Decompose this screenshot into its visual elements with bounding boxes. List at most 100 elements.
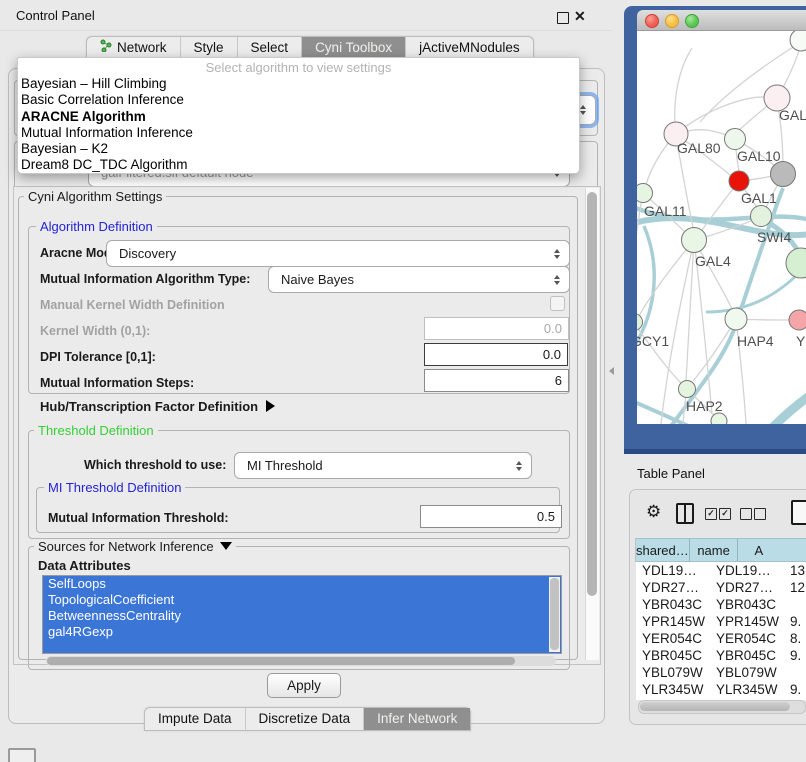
table-cell[interactable]: YBR045C	[636, 647, 710, 664]
table-cell[interactable]	[784, 596, 806, 613]
mi-type-combobox[interactable]: Naive Bayes	[268, 266, 570, 293]
table-cell[interactable]: YPR145W	[636, 613, 710, 630]
mi-threshold-field[interactable]: 0.5	[420, 505, 562, 528]
table-row[interactable]: YDR27…YDR27…12	[636, 579, 806, 596]
dropdown-item-aracne[interactable]: ARACNE Algorithm	[18, 109, 579, 125]
table-cell[interactable]: YLR345W	[710, 681, 784, 698]
dpi-tolerance-field[interactable]: 0.0	[424, 343, 568, 366]
hub-definition-expander[interactable]: Hub/Transcription Factor Definition	[40, 399, 275, 414]
tab-impute-data[interactable]: Impute Data	[145, 708, 246, 730]
column-layout-icon[interactable]	[676, 503, 694, 524]
table-cell[interactable]: YBR045C	[710, 647, 784, 664]
data-attributes-list[interactable]: SelfLoopsTopologicalCoefficientBetweenne…	[42, 575, 562, 654]
dropdown-item-basic-correlation[interactable]: Basic Correlation Inference	[18, 92, 579, 108]
network-edge[interactable]	[772, 394, 806, 424]
minimize-traffic-light-icon[interactable]	[665, 14, 679, 28]
dropdown-item-bayesian-k2[interactable]: Bayesian – K2	[18, 141, 579, 157]
list-item-betweennesscentrality[interactable]: BetweennessCentrality	[43, 608, 561, 624]
table-cell[interactable]: YBR043C	[710, 596, 784, 613]
export-table-icon[interactable]	[791, 500, 806, 525]
network-node-gal4[interactable]	[682, 228, 707, 253]
table-cell[interactable]: YER054C	[710, 630, 784, 647]
close-traffic-light-icon[interactable]	[645, 14, 659, 28]
select-all-checkbox-icon[interactable]: ✓	[705, 508, 717, 520]
dropdown-item-mutual-information[interactable]: Mutual Information Inference	[18, 125, 579, 141]
deselect-all-checkbox-icon[interactable]	[754, 508, 766, 520]
table-row[interactable]: YBL079WYBL079W	[636, 664, 806, 681]
apply-button[interactable]: Apply	[267, 673, 341, 698]
tab-style[interactable]: Style	[181, 37, 238, 59]
table-cell[interactable]: 13	[784, 562, 806, 579]
table-cell[interactable]: YBL079W	[710, 664, 784, 681]
network-edge[interactable]	[676, 97, 766, 134]
tab-cyni-toolbox[interactable]: Cyni Toolbox	[302, 37, 406, 59]
dropdown-item-bayesian-hill-climbing[interactable]: Bayesian – Hill Climbing	[18, 76, 579, 92]
mi-steps-field[interactable]: 6	[424, 369, 569, 392]
table-cell[interactable]: YDR27…	[636, 579, 710, 596]
zoom-traffic-light-icon[interactable]	[685, 14, 699, 28]
sources-group-title[interactable]: Sources for Network Inference	[34, 539, 236, 554]
tab-network[interactable]: Network	[87, 37, 181, 59]
table-cell[interactable]: 12	[784, 579, 806, 596]
table-row[interactable]: YBR043CYBR043C	[636, 596, 806, 613]
network-node-gal11[interactable]	[637, 184, 653, 203]
network-node-gal10[interactable]	[725, 129, 746, 150]
column-header-third[interactable]: A	[738, 538, 806, 562]
network-node-swi4[interactable]	[751, 206, 772, 227]
network-node[interactable]	[771, 162, 796, 187]
table-cell[interactable]: YBL079W	[636, 664, 710, 681]
split-pane-collapse-arrow[interactable]	[609, 367, 614, 375]
close-panel-icon[interactable]: ✕	[574, 8, 586, 25]
table-horizontal-scrollbar[interactable]	[638, 700, 806, 714]
network-node[interactable]	[786, 248, 806, 278]
scrollbar-thumb[interactable]	[640, 702, 790, 711]
table-row[interactable]: YLR345WYLR345W9.	[636, 681, 806, 698]
settings-vertical-scrollbar[interactable]	[585, 188, 599, 660]
dropdown-item-dream8[interactable]: Dream8 DC_TDC Algorithm	[18, 157, 579, 173]
scrollbar-thumb[interactable]	[47, 657, 515, 665]
deselect-all-checkbox-icon[interactable]	[740, 508, 752, 520]
list-item-partial[interactable]	[43, 640, 561, 653]
kernel-width-field[interactable]: 0.0	[424, 317, 569, 340]
table-row[interactable]: YBR045CYBR045C9.	[636, 647, 806, 664]
which-threshold-combobox[interactable]: MI Threshold	[234, 452, 532, 479]
column-header-name[interactable]: name	[690, 538, 739, 562]
network-node-gal1[interactable]	[729, 171, 749, 191]
list-item-gal4rgexp[interactable]: gal4RGexp	[43, 624, 561, 640]
float-panel-icon[interactable]	[557, 12, 569, 24]
table-cell[interactable]: YER054C	[636, 630, 710, 647]
tab-infer-network[interactable]: Infer Network	[364, 708, 470, 730]
table-cell[interactable]: YDL19…	[710, 562, 784, 579]
table-cell[interactable]: YDL19…	[636, 562, 710, 579]
select-all-checkbox-icon[interactable]: ✓	[719, 508, 731, 520]
table-row[interactable]: YDL19…YDL19…13	[636, 562, 806, 579]
network-edge[interactable]	[675, 48, 692, 134]
manual-kernel-checkbox[interactable]	[550, 296, 565, 311]
table-cell[interactable]: 9.	[784, 647, 806, 664]
network-node-hap2[interactable]	[679, 381, 696, 398]
scrollbar-thumb[interactable]	[550, 578, 559, 650]
table-cell[interactable]: YLR345W	[636, 681, 710, 698]
table-row[interactable]: YPR145WYPR145W9.	[636, 613, 806, 630]
table-cell[interactable]: YBR043C	[636, 596, 710, 613]
table-cell[interactable]	[784, 664, 806, 681]
table-cell[interactable]: 9.	[784, 613, 806, 630]
list-vertical-scrollbar[interactable]	[549, 577, 560, 652]
tab-discretize-data[interactable]: Discretize Data	[246, 708, 365, 730]
scrollbar-thumb[interactable]	[587, 192, 597, 596]
gear-icon[interactable]: ⚙	[646, 502, 661, 522]
network-node[interactable]	[711, 413, 727, 424]
table-cell[interactable]: YDR27…	[710, 579, 784, 596]
aracne-mode-combobox[interactable]: Discovery	[106, 240, 570, 267]
network-window-titlebar[interactable]	[637, 10, 806, 31]
network-graph[interactable]: GALGAL80GAL10GAL1GAL11SWI4GAL4GCY1HAP4YH…	[637, 31, 806, 424]
table-cell[interactable]: YPR145W	[710, 613, 784, 630]
network-node-y[interactable]	[789, 310, 806, 330]
list-item-topologicalcoefficient[interactable]: TopologicalCoefficient	[43, 592, 561, 608]
tab-select[interactable]: Select	[238, 37, 303, 59]
list-item-selfloops[interactable]: SelfLoops	[43, 576, 561, 592]
table-row[interactable]: YER054CYER054C8.	[636, 630, 806, 647]
column-header-shared-name[interactable]: shared…	[636, 538, 690, 562]
tab-jactivemnodules[interactable]: jActiveMNodules	[406, 37, 533, 59]
network-node-gcy1[interactable]	[637, 314, 643, 331]
